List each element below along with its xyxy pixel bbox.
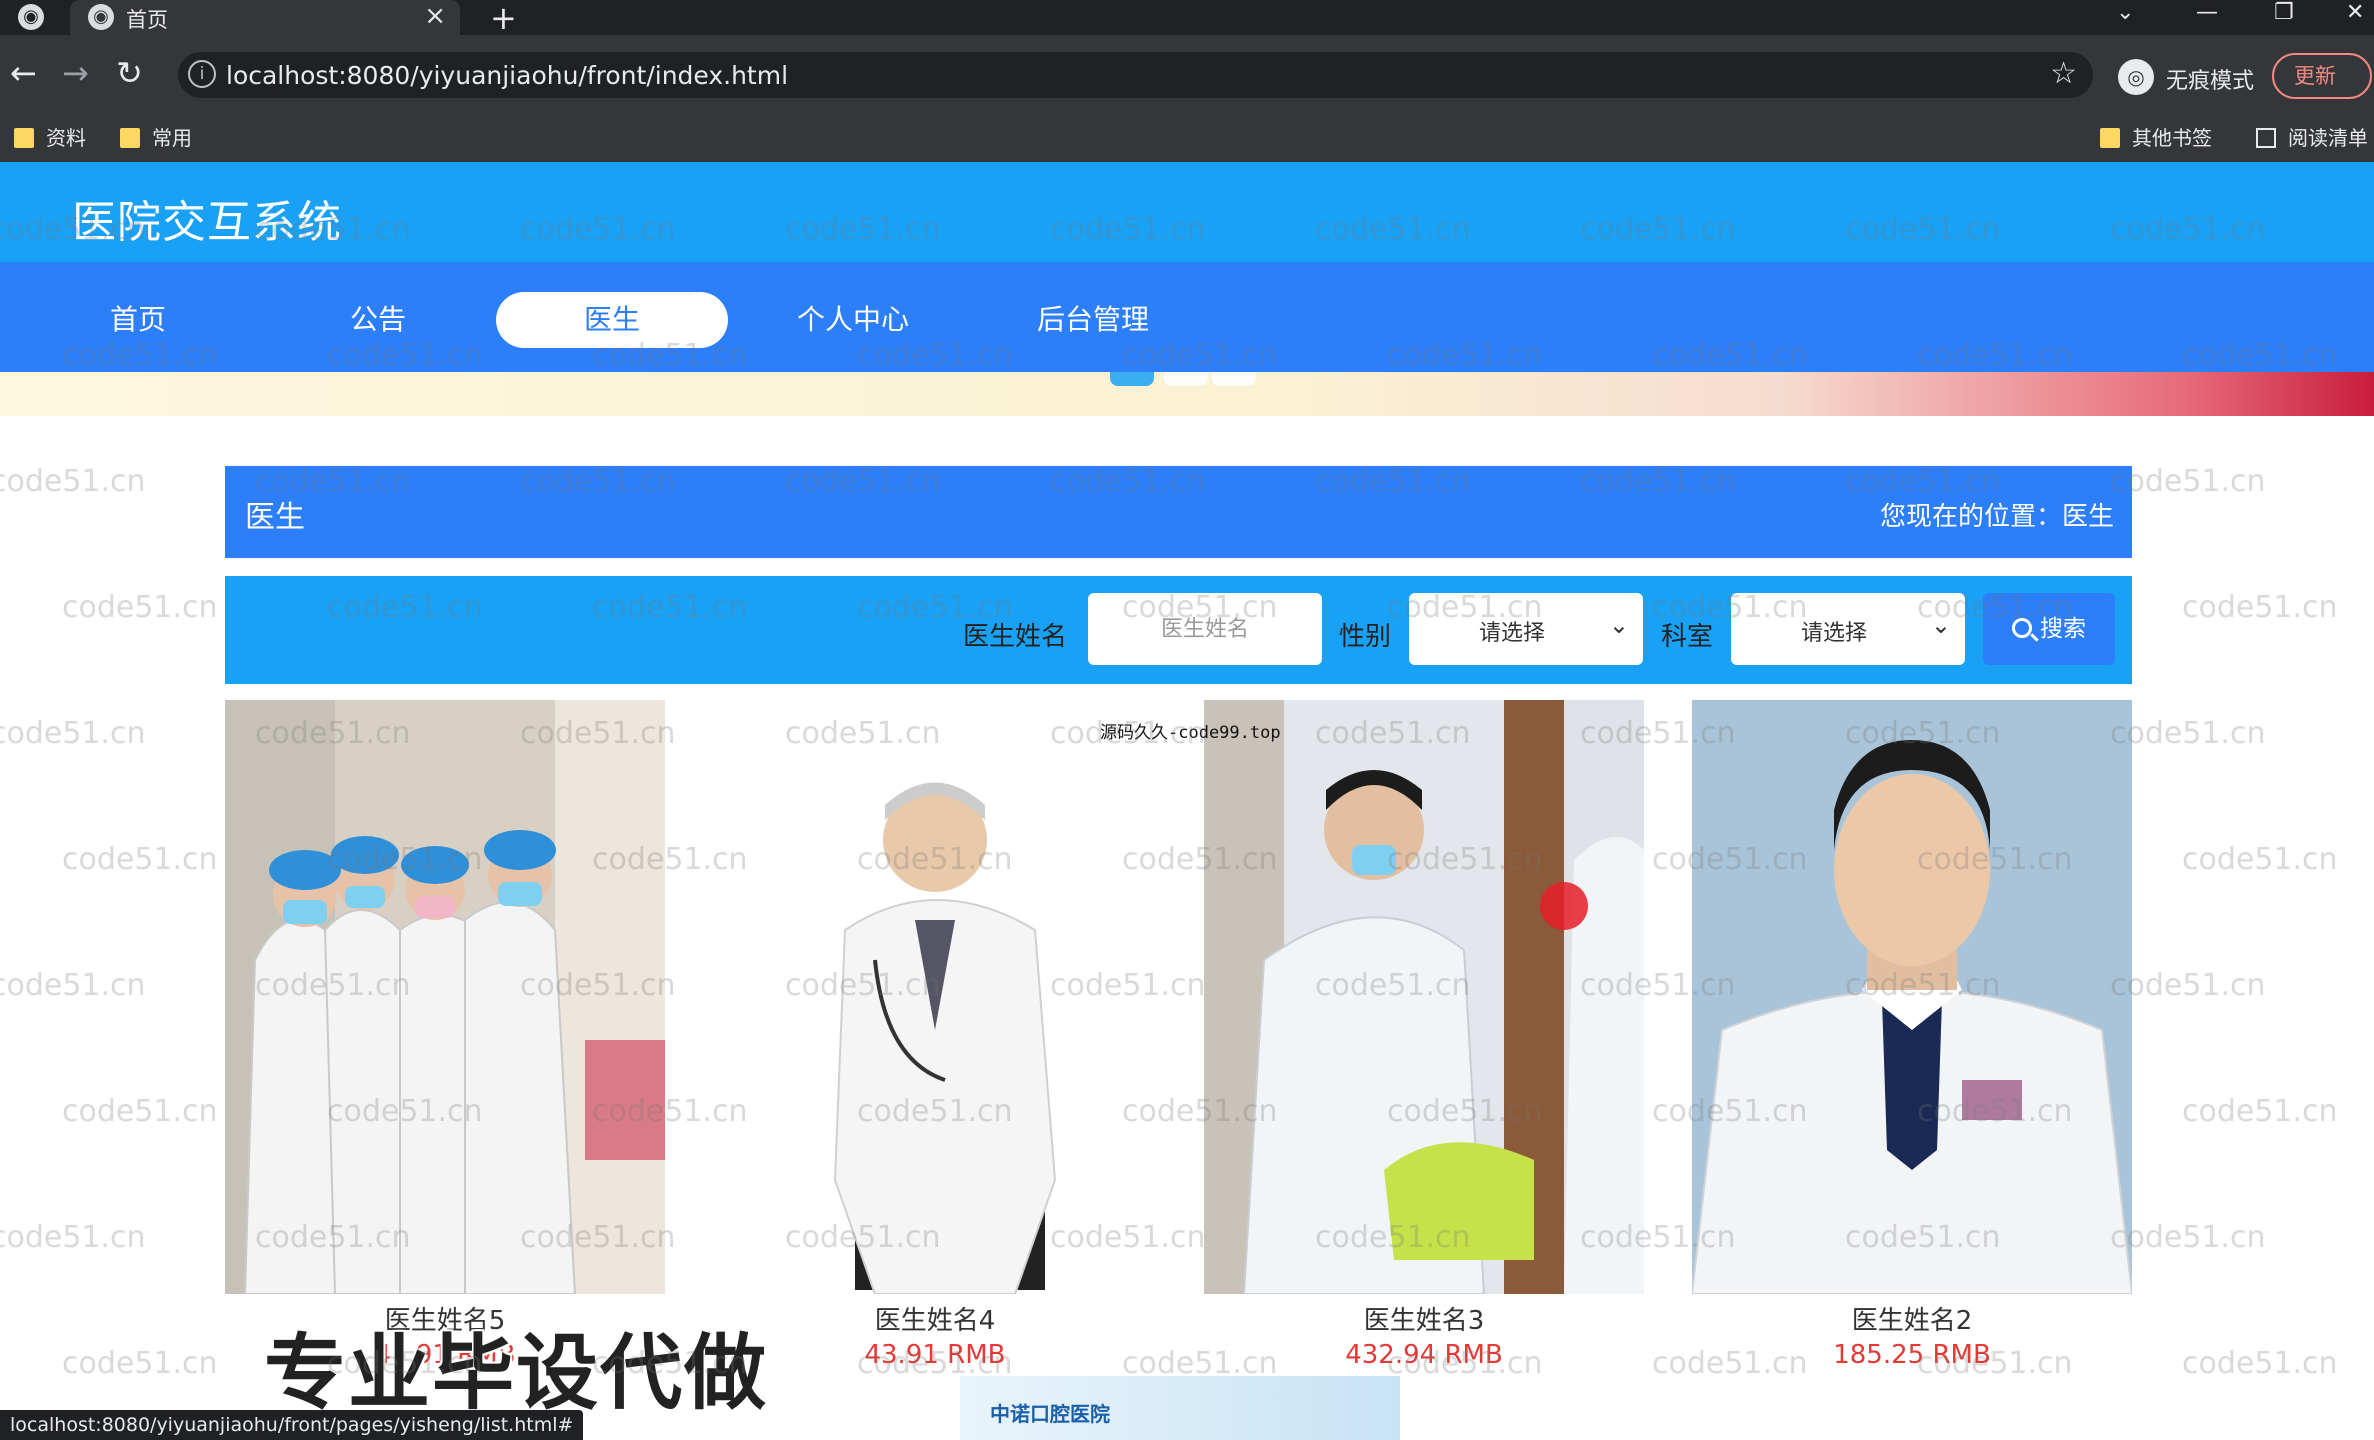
search-button-label: 搜索	[2040, 616, 2086, 642]
other-bookmarks-label: 其他书签	[2132, 126, 2212, 150]
tab-close-icon[interactable]: ×	[424, 0, 446, 33]
watermark-text: code51.cn	[62, 590, 218, 625]
department-select-value: 请选择	[1801, 621, 1868, 646]
doctor-photo[interactable]	[715, 700, 1155, 1294]
bookmark-folder-ziliao[interactable]: 资料	[14, 124, 86, 152]
reading-list[interactable]: 阅读清单	[2256, 124, 2368, 152]
watermark-text: code51.cn	[62, 1346, 218, 1381]
carousel-indicators	[1100, 372, 1260, 388]
watermark-text: code51.cn	[2182, 842, 2338, 877]
watermark-text: code51.cn	[2110, 968, 2266, 1003]
reading-list-label: 阅读清单	[2288, 126, 2368, 150]
browser-toolbar: ← → ↻ i localhost:8080/yiyuanjiaohu/fron…	[0, 35, 2374, 115]
doctor-name-label: 医生姓名	[963, 622, 1068, 652]
browser-tab-strip: ◉ ◉ 首页 × + ⌄ — ❐ ✕	[0, 0, 2374, 37]
browser-tab[interactable]: ◉ 首页 ×	[70, 0, 460, 35]
doctor-name[interactable]: 医生姓名4	[715, 1300, 1155, 1337]
watermark-text: code51.cn	[2110, 464, 2266, 499]
watermark-text: code51.cn	[0, 968, 146, 1003]
doctor-photo[interactable]	[1692, 700, 2132, 1294]
site-info-icon[interactable]: i	[188, 60, 216, 88]
watermark-text: code51.cn	[2182, 1094, 2338, 1129]
breadcrumb-location: 您现在的位置：医生	[1879, 502, 2114, 532]
nav-admin[interactable]: 后台管理	[977, 292, 1209, 348]
nav-personal-center[interactable]: 个人中心	[737, 292, 969, 348]
department-label: 科室	[1661, 622, 1714, 652]
bookmark-label: 常用	[152, 126, 192, 150]
watermark-text: code51.cn	[2110, 716, 2266, 751]
carousel-dot[interactable]	[1212, 372, 1256, 386]
address-url[interactable]: localhost:8080/yiyuanjiaohu/front/index.…	[226, 61, 788, 90]
gender-select-value: 请选择	[1479, 621, 1546, 646]
address-bar[interactable]: i localhost:8080/yiyuanjiaohu/front/inde…	[178, 52, 2093, 98]
tab-title: 首页	[126, 8, 168, 32]
incognito-label: 无痕模式	[2166, 69, 2255, 94]
incognito-icon: ◎	[2118, 59, 2154, 95]
back-icon[interactable]: ←	[10, 55, 37, 91]
new-tab-button[interactable]: +	[490, 0, 517, 37]
forward-icon[interactable]: →	[62, 55, 89, 91]
page-title: 医生	[245, 500, 305, 535]
breadcrumb: 医生 您现在的位置：医生	[225, 466, 2132, 558]
carousel-dot[interactable]	[1110, 372, 1154, 386]
gender-select[interactable]: 请选择 ⌄	[1409, 593, 1643, 665]
carousel-dot[interactable]	[1164, 372, 1208, 386]
globe-icon: ◉	[88, 4, 114, 30]
reload-icon[interactable]: ↻	[116, 55, 143, 91]
doctor-name[interactable]: 医生姓名2	[1692, 1300, 2132, 1337]
browser-menu-icon[interactable]: ◉	[18, 4, 44, 30]
watermark-text: code51.cn	[62, 842, 218, 877]
minimize-icon[interactable]: —	[2196, 0, 2218, 26]
search-button[interactable]: 搜索	[1983, 593, 2115, 665]
watermark-text: code51.cn	[2182, 1346, 2338, 1381]
source-watermark: 源码久久-code99.top	[1100, 723, 1281, 743]
watermark-text: code51.cn	[2110, 1220, 2266, 1255]
chevron-down-icon: ⌄	[1930, 611, 1951, 639]
tab-search-icon[interactable]: ⌄	[2116, 0, 2134, 26]
watermark-text: code51.cn	[0, 464, 146, 499]
restore-icon[interactable]: ❐	[2274, 0, 2294, 26]
watermark-text: code51.cn	[0, 716, 146, 751]
promo-overlay-text: 专业毕设代做	[264, 1326, 769, 1421]
hospital-logo-text: 中诺口腔医院	[990, 1402, 1110, 1426]
reading-list-icon	[2256, 128, 2276, 148]
gender-label: 性别	[1339, 622, 1392, 652]
other-bookmarks[interactable]: 其他书签	[2100, 124, 2212, 152]
site-title: 医院交互系统	[72, 197, 342, 248]
bookmarks-bar: 资料 常用 其他书签 阅读清单	[0, 115, 2374, 162]
nav-notice[interactable]: 公告	[262, 292, 494, 348]
watermark-text: code51.cn	[2182, 590, 2338, 625]
folder-icon	[14, 128, 34, 148]
doctor-name[interactable]: 医生姓名3	[1204, 1300, 1644, 1337]
department-select[interactable]: 请选择 ⌄	[1731, 593, 1965, 665]
watermark-text: code51.cn	[0, 1220, 146, 1255]
doctor-photo[interactable]	[1204, 700, 1644, 1294]
update-button[interactable]: 更新	[2272, 53, 2372, 99]
folder-icon	[2100, 128, 2120, 148]
bookmark-star-icon[interactable]: ☆	[2050, 56, 2077, 91]
mouse-cursor-indicator	[1540, 882, 1588, 930]
status-bar-url: localhost:8080/yiyuanjiaohu/front/pages/…	[0, 1410, 584, 1440]
nav-home[interactable]: 首页	[22, 292, 254, 348]
search-form: 医生姓名 性别 请选择 ⌄ 科室 请选择 ⌄ 搜索	[225, 576, 2132, 684]
doctor-card-next[interactable]: 中诺口腔医院	[960, 1376, 1400, 1440]
window-close-icon[interactable]: ✕	[2346, 0, 2364, 26]
doctor-price: 43.91 RMB	[864, 1340, 1006, 1370]
site-header	[0, 162, 2374, 262]
bookmark-label: 资料	[46, 126, 86, 150]
bookmark-folder-changyong[interactable]: 常用	[120, 124, 192, 152]
folder-icon	[120, 128, 140, 148]
nav-doctor[interactable]: 医生	[496, 292, 728, 348]
search-icon	[2012, 618, 2032, 638]
chevron-down-icon: ⌄	[1608, 611, 1629, 639]
doctor-name-input[interactable]	[1088, 593, 1322, 665]
doctor-price: 185.25 RMB	[1833, 1340, 1991, 1370]
watermark-text: code51.cn	[62, 1094, 218, 1129]
doctor-price: 432.94 RMB	[1345, 1340, 1503, 1370]
doctor-photo[interactable]	[225, 700, 665, 1294]
